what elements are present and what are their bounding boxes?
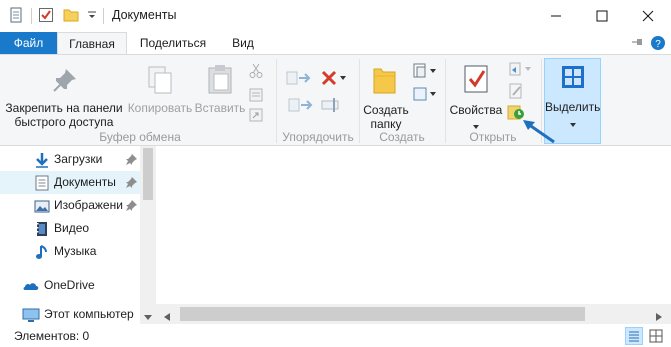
pin-icon [52,67,78,96]
scroll-right-icon[interactable] [656,310,662,324]
nav-item-pictures[interactable]: Изображени [0,194,140,217]
file-list-area[interactable] [156,146,671,304]
large-icons-view-button[interactable] [648,328,664,347]
help-button[interactable]: ? [650,35,666,54]
select-icon [561,65,585,92]
select-label: Выделить [545,100,601,114]
pinned-icon [126,177,137,188]
pin-label-line2: быстрого доступа [14,115,114,129]
ribbon-tabs: Файл Главная Поделиться Вид ? [0,32,671,54]
svg-text:?: ? [655,39,661,50]
nav-item-label: Видео [54,221,90,235]
nav-item-documents[interactable]: Документы [0,171,140,194]
copy-icon [146,65,174,98]
nav-scrollbar-thumb[interactable] [143,148,153,200]
ribbon-panel: Закрепить на панели быстрого доступа Коп… [0,54,671,146]
checkmark-properties-icon[interactable] [38,7,54,23]
cut-icon[interactable] [249,63,263,82]
new-folder-label-line2: папку [370,117,402,131]
new-folder-button[interactable]: Создать папку [360,59,412,131]
easy-access-icon[interactable] [412,86,438,105]
navigation-pane: Загрузки Документы Изображени Видео Музы… [0,146,156,326]
properties-page-icon[interactable] [8,7,24,23]
status-bar [0,324,671,347]
help-icon: ? [651,36,665,50]
new-item-icon[interactable] [412,63,438,82]
select-dropdown-icon [569,117,577,131]
pin-ribbon-icon[interactable] [630,35,644,52]
downloads-icon [34,152,50,168]
tab-home[interactable]: Главная [57,32,127,54]
pin-label-line1: Закрепить на панели [5,101,123,115]
maximize-icon [596,10,608,22]
scroll-left-icon[interactable] [164,310,170,324]
nav-item-onedrive[interactable]: OneDrive [0,274,140,297]
paste-icon [206,63,234,98]
pin-quick-access-button[interactable]: Закрепить на панели быстрого доступа [2,59,126,129]
tab-share[interactable]: Поделиться [133,32,213,54]
pinned-icon [126,154,137,165]
copy-button[interactable]: Копировать [126,59,194,127]
item-count: Элементов: 0 [14,329,90,343]
close-icon [642,10,654,22]
open-icon[interactable] [508,61,534,80]
annotation-arrow-icon [523,120,555,144]
paste-shortcut-icon[interactable] [249,108,263,125]
paste-label: Вставить [194,101,246,115]
nav-item-music[interactable]: Музыка [0,240,140,263]
new-folder-qat-icon[interactable] [63,7,79,23]
new-folder-icon [371,65,401,98]
horizontal-scrollbar-thumb[interactable] [180,307,585,321]
nav-scrollbar[interactable] [140,146,156,326]
nav-item-label: Музыка [54,244,97,258]
nav-item-label: Этот компьютер [44,307,134,321]
copy-path-icon[interactable] [249,88,263,105]
move-to-icon[interactable] [285,69,313,90]
properties-button[interactable]: Свойства [448,59,504,129]
nav-item-label: Загрузки [54,152,103,166]
scroll-down-icon[interactable] [144,310,152,324]
nav-item-label: Изображени [54,198,123,212]
nav-item-downloads[interactable]: Загрузки [0,148,140,171]
video-icon [34,221,50,237]
close-button[interactable] [625,0,671,32]
onedrive-icon [22,278,39,294]
chevron-down-icon[interactable] [84,7,100,23]
pictures-icon [34,198,50,214]
title-bar: Документы [0,0,671,32]
minimize-icon [551,15,561,17]
nav-item-this-pc[interactable]: Этот компьютер [0,303,140,326]
window-title: Документы [112,8,177,22]
music-icon [34,244,50,260]
properties-icon [462,63,490,98]
documents-icon [34,175,50,191]
group-create-label: Создать [379,130,425,144]
group-organize-label: Упорядочить [282,130,354,144]
this-pc-icon [22,307,40,323]
properties-label: Свойства [449,103,503,117]
paste-button[interactable]: Вставить [194,59,246,127]
nav-item-label: OneDrive [44,278,95,292]
tab-file[interactable]: Файл [0,32,57,54]
edit-icon[interactable] [508,83,524,102]
details-view-icon [629,331,639,342]
nav-item-label: Документы [54,175,116,189]
nav-item-video[interactable]: Видео [0,217,140,240]
new-folder-label-line1: Создать [363,103,409,117]
copy-to-icon[interactable] [287,97,315,116]
group-clipboard-label: Буфер обмена [99,130,181,144]
minimize-button[interactable] [533,0,579,32]
copy-label: Копировать [127,101,193,115]
delete-icon[interactable] [320,69,348,90]
pinned-icon [126,200,137,211]
details-view-button[interactable] [625,327,643,345]
large-icons-view-icon [649,329,663,343]
rename-icon[interactable] [320,97,342,116]
maximize-button[interactable] [579,0,625,32]
tab-view[interactable]: Вид [222,32,264,54]
